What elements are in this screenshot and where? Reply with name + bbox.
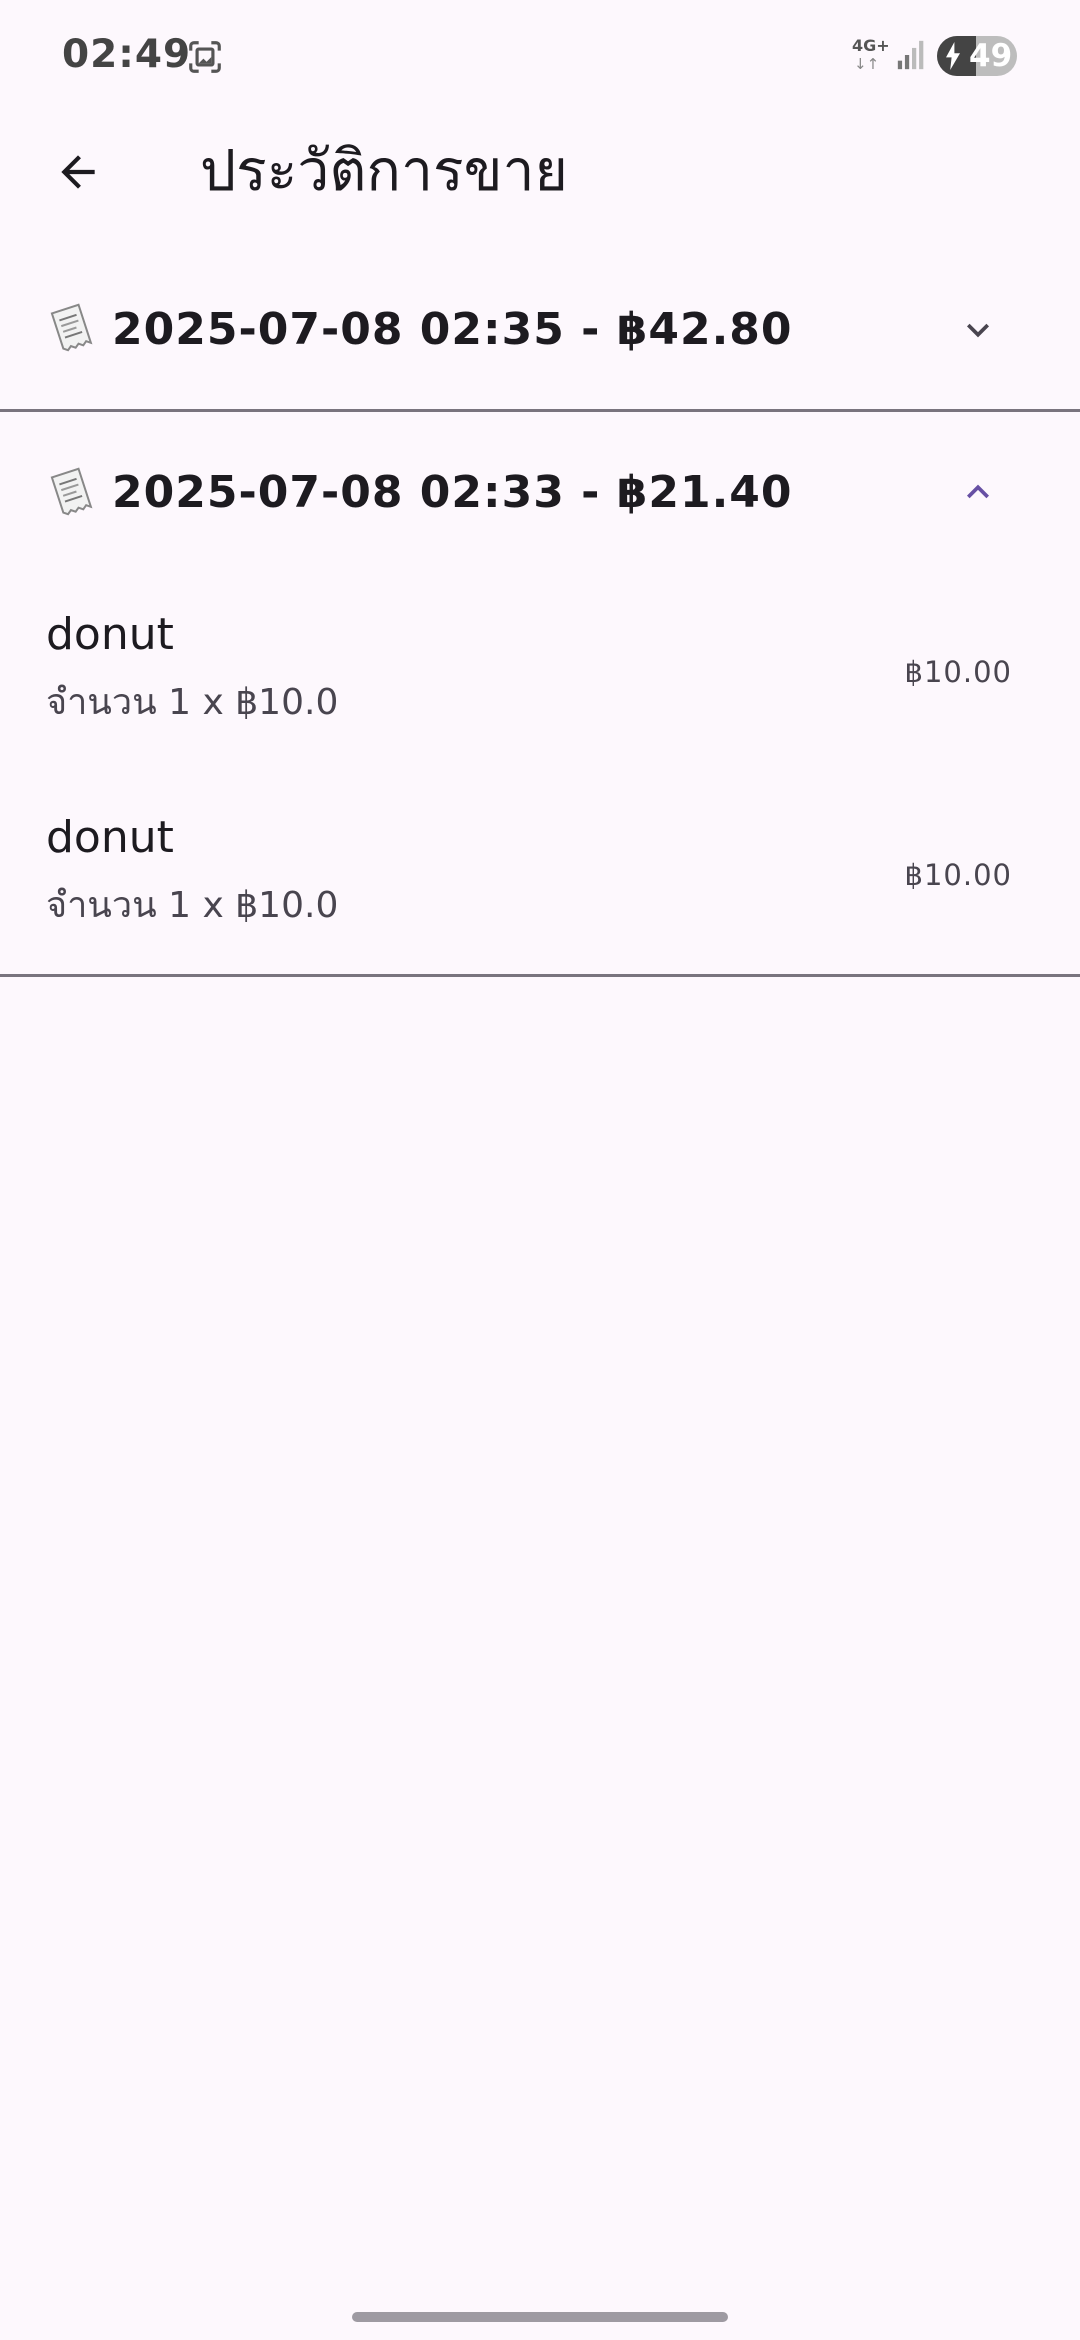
page-title: ประวัติการขาย — [200, 138, 568, 204]
status-bar: 02:49 4G+ ↓↑ 49 — [0, 0, 1080, 112]
chevron-down-icon[interactable] — [956, 308, 1000, 352]
sale-item-row: donut จำนวน 1 x ฿10.0 ฿10.00 — [0, 572, 1080, 772]
item-quantity-detail: จำนวน 1 x ฿10.0 — [46, 885, 339, 926]
chevron-up-icon[interactable] — [956, 470, 1000, 514]
sale-expansion-header[interactable]: 2025-07-08 02:33 - ฿21.40 — [0, 412, 1080, 574]
receipt-icon — [50, 467, 93, 516]
receipt-icon — [50, 303, 93, 352]
charging-bolt-icon — [946, 42, 960, 70]
back-button[interactable] — [40, 134, 116, 210]
network-activity-arrows: ↓↑ — [854, 55, 880, 73]
arrow-back-icon — [61, 155, 95, 189]
network-type-label: 4G+ — [852, 36, 890, 55]
battery-indicator: 49 — [937, 36, 1017, 76]
divider — [0, 974, 1080, 977]
item-name: donut — [46, 812, 174, 863]
item-price: ฿10.00 — [904, 858, 1012, 892]
gesture-navigation-handle[interactable] — [352, 2312, 728, 2322]
battery-percentage: 49 — [969, 38, 1013, 74]
sale-title: 2025-07-08 02:35 - ฿42.80 — [112, 304, 793, 355]
status-time: 02:49 — [62, 32, 192, 77]
app-bar: ประวัติการขาย — [0, 112, 1080, 232]
screenshot-icon — [189, 41, 221, 73]
sale-expansion-header[interactable]: 2025-07-08 02:35 - ฿42.80 — [0, 250, 1080, 412]
signal-strength-icon — [897, 40, 924, 70]
sale-item-row: donut จำนวน 1 x ฿10.0 ฿10.00 — [0, 775, 1080, 975]
item-price: ฿10.00 — [904, 655, 1012, 689]
item-quantity-detail: จำนวน 1 x ฿10.0 — [46, 682, 339, 723]
item-name: donut — [46, 609, 174, 660]
sale-title: 2025-07-08 02:33 - ฿21.40 — [112, 467, 793, 518]
